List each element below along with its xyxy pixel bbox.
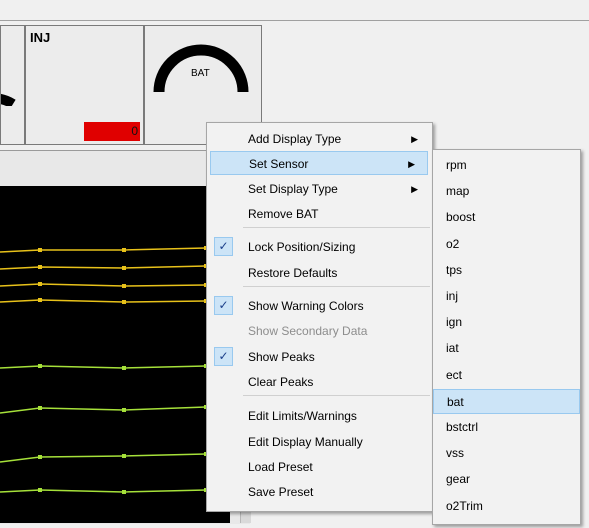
sensor-option-label: iat: [446, 341, 459, 356]
sensor-option-label: map: [446, 184, 470, 199]
chart-point: [122, 490, 126, 494]
sensor-option-label: boost: [446, 210, 476, 225]
sensor-option-bstctrl[interactable]: bstctrl: [433, 415, 580, 440]
gauge-value: 0: [84, 122, 140, 141]
sensor-option-label: bat: [447, 394, 464, 409]
menu-item-label: Edit Display Manually: [248, 435, 363, 449]
menu-item-show-warning-colors[interactable]: ✓ Show Warning Colors: [207, 294, 430, 318]
chart-point: [38, 406, 42, 410]
sensor-option-label: o2: [446, 236, 460, 251]
menu-item-label: Load Preset: [248, 460, 313, 474]
sensor-option-label: ect: [446, 367, 463, 382]
sensor-option-label: inj: [446, 289, 459, 303]
menu-item-label: Edit Limits/Warnings: [248, 409, 357, 423]
chart-series-line: [0, 453, 207, 463]
menu-item-label: Restore Defaults: [248, 266, 338, 280]
chart-series-line: [0, 299, 207, 303]
menu-separator: [243, 227, 430, 228]
chart-point: [38, 298, 42, 302]
chart-series-line: [0, 365, 207, 369]
sensor-option-map[interactable]: map: [433, 179, 580, 204]
chart-series-line: [0, 283, 207, 287]
chart-point: [38, 282, 42, 286]
menu-item-set-sensor[interactable]: Set Sensor ▶: [210, 151, 428, 175]
chart-point: [38, 364, 42, 368]
sensor-option-bat[interactable]: bat: [433, 388, 580, 414]
menu-item-show-peaks[interactable]: ✓ Show Peaks: [207, 345, 430, 369]
sensor-option-label: bstctrl: [446, 420, 479, 434]
sensor-line-chart[interactable]: [0, 186, 230, 523]
submenu-arrow-icon: ▶: [411, 134, 418, 144]
menu-item-label: Add Display Type: [248, 132, 342, 146]
sensor-option-o2[interactable]: o2: [433, 232, 580, 257]
gauge-arc-icon: [1, 93, 16, 106]
context-menu: Add Display Type ▶ Set Sensor ▶ Set Display …: [206, 122, 433, 512]
gauge-tile-partial[interactable]: [0, 25, 25, 145]
chart-point: [122, 300, 126, 304]
chart-series-line: [0, 265, 207, 270]
sensor-option-iat[interactable]: iat: [433, 336, 580, 361]
menu-item-label: Show Peaks: [248, 350, 315, 364]
sensor-option-inj[interactable]: inj: [433, 284, 580, 309]
gauge-label: BAT: [191, 68, 210, 79]
checkmark-icon: ✓: [214, 347, 233, 366]
submenu-arrow-icon: ▶: [411, 184, 418, 194]
menu-item-add-display-type[interactable]: Add Display Type ▶: [207, 127, 430, 151]
menu-item-label: Show Secondary Data: [248, 324, 368, 338]
menu-item-label: Set Display Type: [248, 182, 338, 196]
chart-point: [38, 248, 42, 252]
menu-item-edit-limits-warnings[interactable]: Edit Limits/Warnings: [207, 404, 430, 428]
menu-item-edit-display-manually[interactable]: Edit Display Manually: [207, 430, 430, 454]
chart-series-line: [0, 489, 207, 493]
checkmark-icon: ✓: [214, 296, 233, 315]
sensor-option-label: gear: [446, 472, 471, 487]
sensor-option-gear[interactable]: gear: [433, 467, 580, 492]
chart-point: [122, 284, 126, 288]
chart-point: [122, 248, 126, 252]
sensor-option-boost[interactable]: boost: [433, 205, 580, 230]
sensor-option-o2trim[interactable]: o2Trim: [433, 494, 580, 519]
chart-point: [38, 488, 42, 492]
menu-item-label: Set Sensor: [249, 157, 309, 171]
sensor-option-rpm[interactable]: rpm: [433, 153, 580, 178]
menu-item-clear-peaks[interactable]: Clear Peaks: [207, 370, 430, 394]
chart-point: [38, 265, 42, 269]
menu-item-label: Show Warning Colors: [248, 299, 364, 313]
sensor-option-vss[interactable]: vss: [433, 441, 580, 466]
chart-point: [122, 408, 126, 412]
sensor-option-label: vss: [446, 446, 464, 461]
sensor-option-tps[interactable]: tps: [433, 258, 580, 283]
set-sensor-submenu: rpm map boost o2 tps inj ign iat ect bat bstctrl vs…: [432, 149, 581, 525]
menu-item-restore-defaults[interactable]: Restore Defaults: [207, 261, 430, 285]
menu-item-label: Save Preset: [248, 485, 314, 499]
chart-series-line: [0, 406, 207, 414]
sensor-option-label: ign: [446, 315, 463, 330]
sensor-option-label: tps: [446, 262, 463, 277]
sensor-option-label: o2Trim: [446, 498, 483, 513]
sensor-option-label: rpm: [446, 158, 467, 172]
menu-item-save-preset[interactable]: Save Preset: [207, 480, 430, 504]
submenu-arrow-icon: ▶: [408, 159, 415, 169]
chart-series-line: [0, 247, 207, 253]
menu-separator: [243, 286, 430, 287]
menu-separator: [243, 395, 430, 396]
sensor-option-ign[interactable]: ign: [433, 310, 580, 335]
chart-point: [122, 454, 126, 458]
menu-item-label: Clear Peaks: [248, 375, 314, 389]
gauge-label: INJ: [30, 30, 51, 45]
menu-item-show-secondary-data[interactable]: Show Secondary Data: [207, 319, 430, 343]
checkmark-icon: ✓: [214, 237, 233, 256]
menu-item-set-display-type[interactable]: Set Display Type ▶: [207, 177, 430, 201]
menu-item-remove-bat[interactable]: Remove BAT: [207, 202, 430, 226]
menu-item-label: Remove BAT: [248, 207, 319, 221]
menu-item-label: Lock Position/Sizing: [248, 240, 356, 254]
chart-point: [38, 455, 42, 459]
menu-item-lock-position-sizing[interactable]: ✓ Lock Position/Sizing: [207, 235, 430, 259]
sensor-option-ect[interactable]: ect: [433, 363, 580, 388]
chart-point: [122, 266, 126, 270]
gauge-tile-inj[interactable]: INJ 0: [25, 25, 144, 145]
menu-item-load-preset[interactable]: Load Preset: [207, 455, 430, 479]
chart-point: [122, 366, 126, 370]
